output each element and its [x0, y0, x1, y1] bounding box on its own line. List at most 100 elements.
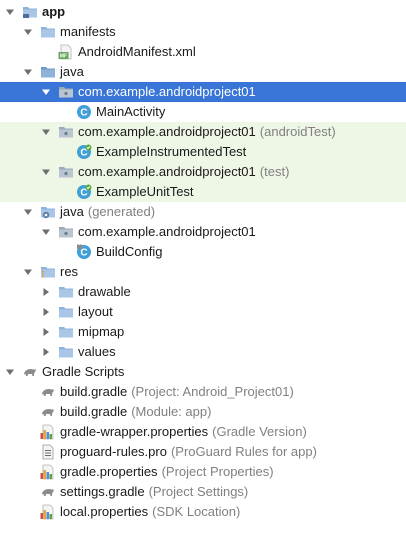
- manifest-file-icon: MF: [58, 44, 74, 60]
- chevron-down-icon[interactable]: [40, 86, 52, 98]
- tree-row-label: local.properties: [60, 504, 149, 519]
- package-icon: [58, 124, 74, 140]
- chevron-down-icon[interactable]: [40, 166, 52, 178]
- tree-row-label: build.gradle: [60, 384, 128, 399]
- folder-icon: [58, 284, 74, 300]
- folder-icon: [58, 324, 74, 340]
- locked-class-icon: C: [76, 244, 92, 260]
- folder-icon: [40, 24, 56, 40]
- tree-row-local-properties[interactable]: local.properties (SDK Location): [0, 502, 406, 522]
- chevron-down-icon[interactable]: [40, 226, 52, 238]
- package-icon: [58, 164, 74, 180]
- tree-row-annotation: (SDK Location): [152, 504, 241, 519]
- tree-row-exampleinstrumentedtest[interactable]: C ExampleInstrumentedTest: [0, 142, 406, 162]
- tree-row-build-gradle[interactable]: build.gradle (Project: Android_Project01): [0, 382, 406, 402]
- tree-row-gradle-scripts[interactable]: Gradle Scripts: [0, 362, 406, 382]
- tree-row-label: layout: [78, 304, 113, 319]
- tree-row-layout[interactable]: layout: [0, 302, 406, 322]
- tree-row-com-example-androidproject01[interactable]: com.example.androidproject01 (androidTest…: [0, 122, 406, 142]
- tree-row-buildconfig[interactable]: C BuildConfig: [0, 242, 406, 262]
- chevron-down-icon[interactable]: [22, 266, 34, 278]
- tree-row-annotation: (Project: Android_Project01): [131, 384, 294, 399]
- project-tree[interactable]: app manifests MF AndroidManifest.xml java com…: [0, 0, 406, 546]
- chevron-down-icon[interactable]: [40, 126, 52, 138]
- generated-source-folder-icon: [40, 204, 56, 220]
- tree-row-label: java: [60, 64, 84, 79]
- tree-row-annotation: (generated): [87, 204, 156, 219]
- tree-row-mainactivity[interactable]: C MainActivity: [0, 102, 406, 122]
- gradle-icon: [22, 364, 38, 380]
- tree-row-label: proguard-rules.pro: [60, 444, 167, 459]
- tree-row-manifests[interactable]: manifests: [0, 22, 406, 42]
- tree-row-label: com.example.androidproject01: [78, 84, 256, 99]
- tree-row-gradle-properties[interactable]: gradle.properties (Project Properties): [0, 462, 406, 482]
- tree-row-annotation: (test): [259, 164, 290, 179]
- chevron-down-icon[interactable]: [22, 26, 34, 38]
- gradle-icon: [40, 484, 56, 500]
- tree-row-com-example-androidproject01[interactable]: com.example.androidproject01: [0, 222, 406, 242]
- tree-row-label: build.gradle: [60, 404, 128, 419]
- test-class-icon: C: [76, 144, 92, 160]
- tree-row-annotation: (ProGuard Rules for app): [170, 444, 317, 459]
- tree-row-res[interactable]: res: [0, 262, 406, 282]
- tree-row-label: Gradle Scripts: [42, 364, 125, 379]
- folder-icon: [58, 344, 74, 360]
- chevron-down-icon[interactable]: [22, 206, 34, 218]
- tree-row-androidmanifest-xml[interactable]: MF AndroidManifest.xml: [0, 42, 406, 62]
- tree-row-com-example-androidproject01[interactable]: com.example.androidproject01: [0, 82, 406, 102]
- text-file-icon: [40, 444, 56, 460]
- tree-row-label: MainActivity: [96, 104, 166, 119]
- gradle-icon: [40, 384, 56, 400]
- tree-row-exampleunittest[interactable]: C ExampleUnitTest: [0, 182, 406, 202]
- chevron-right-icon[interactable]: [40, 326, 52, 338]
- chevron-right-icon[interactable]: [40, 286, 52, 298]
- tree-row-build-gradle[interactable]: build.gradle (Module: app): [0, 402, 406, 422]
- tree-row-label: BuildConfig: [96, 244, 163, 259]
- tree-row-proguard-rules-pro[interactable]: proguard-rules.pro (ProGuard Rules for ap…: [0, 442, 406, 462]
- svg-text:C: C: [80, 108, 87, 119]
- tree-row-label: com.example.androidproject01: [78, 124, 256, 139]
- package-icon: [58, 84, 74, 100]
- tree-row-annotation: (Module: app): [131, 404, 212, 419]
- tree-row-gradle-wrapper-properties[interactable]: gradle-wrapper.properties (Gradle Version…: [0, 422, 406, 442]
- module-folder-icon: [22, 4, 38, 20]
- tree-row-label: manifests: [60, 24, 116, 39]
- tree-row-drawable[interactable]: drawable: [0, 282, 406, 302]
- chevron-right-icon[interactable]: [40, 346, 52, 358]
- chevron-down-icon[interactable]: [4, 366, 16, 378]
- tree-row-label: settings.gradle: [60, 484, 145, 499]
- tree-row-values[interactable]: values: [0, 342, 406, 362]
- tree-row-app[interactable]: app: [0, 2, 406, 22]
- tree-row-java[interactable]: java (generated): [0, 202, 406, 222]
- chevron-right-icon[interactable]: [40, 306, 52, 318]
- tree-row-label: app: [42, 4, 66, 19]
- chevron-down-icon[interactable]: [22, 66, 34, 78]
- tree-row-annotation: (Project Settings): [148, 484, 249, 499]
- tree-row-label: mipmap: [78, 324, 125, 339]
- tree-row-java[interactable]: java: [0, 62, 406, 82]
- tree-row-annotation: (androidTest): [259, 124, 336, 139]
- tree-row-label: ExampleUnitTest: [96, 184, 194, 199]
- tree-row-annotation: (Project Properties): [161, 464, 274, 479]
- source-folder-icon: [40, 64, 56, 80]
- tree-row-settings-gradle[interactable]: settings.gradle (Project Settings): [0, 482, 406, 502]
- tree-row-label: com.example.androidproject01: [78, 164, 256, 179]
- tree-row-mipmap[interactable]: mipmap: [0, 322, 406, 342]
- gradle-icon: [40, 404, 56, 420]
- tree-row-com-example-androidproject01[interactable]: com.example.androidproject01 (test): [0, 162, 406, 182]
- svg-text:C: C: [80, 248, 87, 259]
- tree-row-label: gradle-wrapper.properties: [60, 424, 209, 439]
- package-icon: [58, 224, 74, 240]
- chevron-down-icon[interactable]: [4, 6, 16, 18]
- tree-row-label: values: [78, 344, 116, 359]
